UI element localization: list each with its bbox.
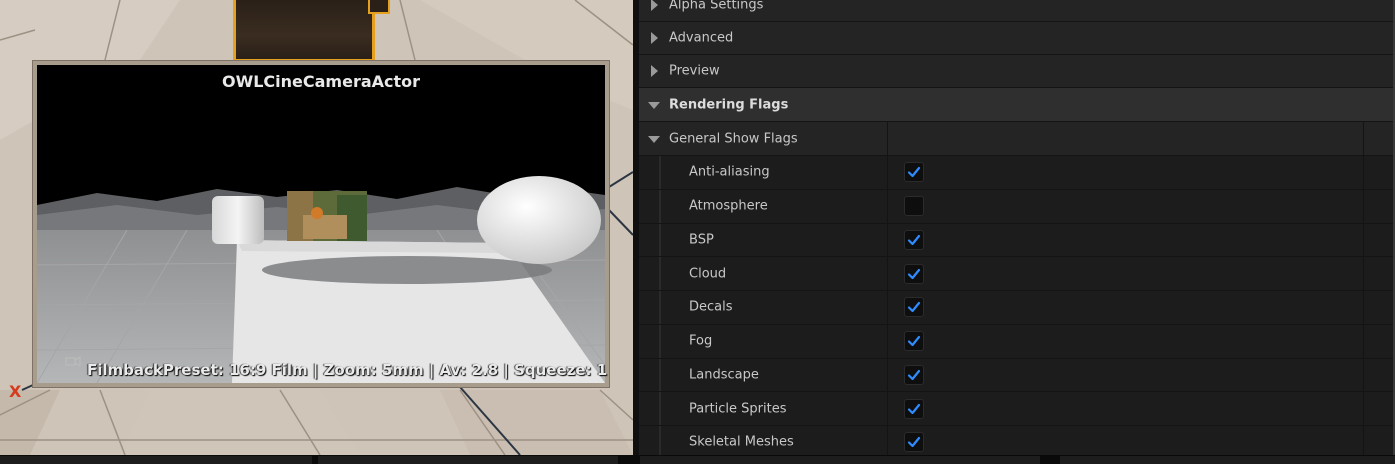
show-flag-row[interactable]: Atmosphere — [639, 189, 1393, 224]
show-flag-label: Atmosphere — [689, 198, 768, 214]
column-divider[interactable] — [887, 291, 888, 324]
show-flag-checkbox[interactable] — [904, 162, 924, 183]
chevron-right-icon[interactable] — [651, 0, 658, 11]
show-flag-row[interactable]: Landscape — [639, 358, 1393, 393]
section-advanced[interactable]: Advanced — [639, 22, 1393, 55]
checkmark-icon — [907, 369, 921, 380]
camera-preview-window: OWLCineCameraActor FilmbackPreset: 16:9 … — [33, 61, 609, 387]
indent-guide — [659, 324, 661, 358]
show-flag-row[interactable]: Fog — [639, 324, 1393, 359]
chevron-down-icon[interactable] — [648, 101, 660, 109]
show-flag-label: Particle Sprites — [689, 401, 787, 417]
checkmark-icon — [907, 437, 921, 448]
indent-guide — [659, 426, 661, 455]
show-flag-checkbox[interactable] — [904, 432, 924, 453]
column-divider — [1363, 189, 1364, 223]
show-flag-checkbox[interactable] — [904, 297, 924, 318]
show-flag-checkbox[interactable] — [904, 263, 924, 284]
column-divider[interactable] — [887, 223, 888, 257]
details-panel: Alpha Settings Advanced Preview Renderin… — [639, 0, 1395, 455]
indent-guide — [659, 392, 661, 425]
show-flag-row[interactable]: Decals — [639, 291, 1393, 325]
column-divider — [1363, 291, 1364, 324]
show-flag-checkbox[interactable] — [904, 229, 924, 250]
show-flag-checkbox[interactable] — [904, 196, 924, 217]
column-divider[interactable] — [887, 324, 888, 358]
show-flag-row[interactable]: Particle Sprites — [639, 392, 1393, 426]
indent-guide — [659, 223, 661, 257]
column-divider[interactable] — [887, 156, 888, 189]
camera-preview-info: FilmbackPreset: 16:9 Film | Zoom: 5mm | … — [87, 361, 608, 379]
show-flag-row[interactable]: Cloud — [639, 257, 1393, 291]
show-flag-label: Fog — [689, 333, 713, 349]
column-divider — [1363, 156, 1364, 189]
camera-actor-mesh[interactable] — [233, 0, 375, 62]
indent-guide — [659, 189, 661, 223]
column-divider — [1363, 392, 1364, 425]
show-flag-label: Anti-aliasing — [689, 164, 770, 180]
indent-guide — [659, 358, 661, 392]
checkmark-icon — [907, 336, 921, 347]
show-flag-row[interactable]: Anti-aliasing — [639, 156, 1393, 190]
checkmark-icon — [907, 302, 921, 313]
category-label: Rendering Flags — [669, 97, 789, 112]
axis-x-indicator: X — [9, 382, 22, 401]
show-flag-checkbox[interactable] — [904, 398, 924, 419]
column-divider[interactable] — [887, 257, 888, 290]
column-divider[interactable] — [887, 392, 888, 425]
show-flag-row[interactable]: BSP — [639, 223, 1393, 258]
column-divider — [1363, 122, 1364, 155]
column-divider[interactable] — [887, 426, 888, 455]
bottom-toolbar-segment — [1060, 456, 1395, 464]
indent-guide — [659, 257, 661, 290]
camera-preview-title: OWLCineCameraActor — [221, 72, 421, 91]
chevron-right-icon[interactable] — [651, 32, 658, 44]
section-alpha-settings[interactable]: Alpha Settings — [639, 0, 1393, 22]
group-general-show-flags[interactable]: General Show Flags — [639, 122, 1393, 156]
category-rendering-flags[interactable]: Rendering Flags — [639, 88, 1393, 122]
bottom-toolbar-segment — [0, 456, 312, 464]
section-preview[interactable]: Preview — [639, 55, 1393, 88]
bottom-toolbar-segment — [640, 456, 1040, 464]
level-viewport[interactable]: OWLCineCameraActor FilmbackPreset: 16:9 … — [0, 0, 633, 455]
show-flag-row[interactable]: Skeletal Meshes — [639, 426, 1393, 455]
column-divider[interactable] — [887, 358, 888, 392]
section-label: Alpha Settings — [669, 0, 764, 12]
show-flag-label: Decals — [689, 299, 733, 315]
camera-preview-scene — [37, 65, 605, 383]
checkmark-icon — [907, 268, 921, 279]
show-flag-label: BSP — [689, 232, 714, 248]
bottom-toolbar — [0, 455, 1395, 464]
section-label: Advanced — [669, 30, 734, 46]
column-divider — [1363, 358, 1364, 392]
column-divider — [1363, 324, 1364, 358]
column-divider — [1363, 223, 1364, 257]
camera-icon — [65, 355, 81, 367]
show-flag-label: Skeletal Meshes — [689, 434, 794, 450]
checkmark-icon — [907, 167, 921, 178]
column-divider[interactable] — [887, 122, 888, 155]
column-divider[interactable] — [887, 189, 888, 223]
column-divider — [1363, 426, 1364, 455]
column-divider — [1363, 257, 1364, 290]
checkmark-icon — [907, 234, 921, 245]
indent-guide — [659, 291, 661, 324]
checkmark-icon — [907, 403, 921, 414]
camera-actor-lens — [368, 0, 390, 14]
chevron-right-icon[interactable] — [651, 65, 658, 77]
section-label: Preview — [669, 63, 720, 79]
bottom-toolbar-segment — [318, 456, 618, 464]
show-flag-label: Cloud — [689, 266, 727, 282]
group-label: General Show Flags — [669, 131, 798, 146]
show-flag-checkbox[interactable] — [904, 331, 924, 352]
chevron-down-icon[interactable] — [648, 135, 660, 143]
indent-guide — [659, 156, 661, 189]
show-flag-label: Landscape — [689, 367, 759, 383]
show-flag-checkbox[interactable] — [904, 364, 924, 385]
